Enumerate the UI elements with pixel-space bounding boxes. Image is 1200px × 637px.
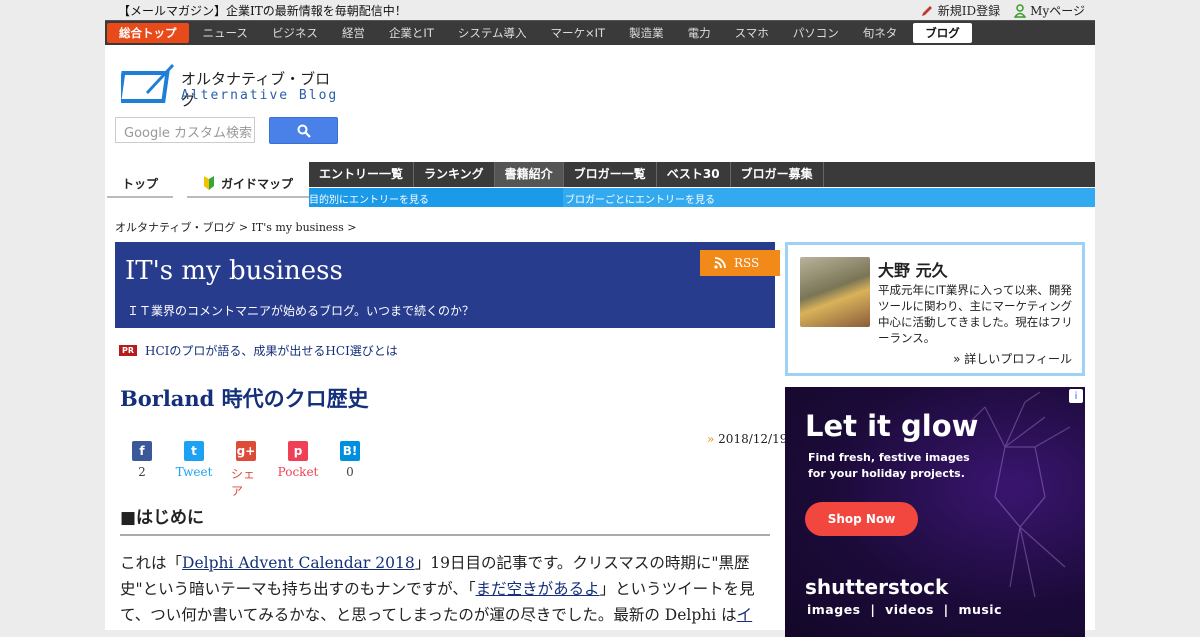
user-icon: [1014, 3, 1027, 18]
pocket-icon: p: [288, 441, 308, 461]
ad-copy-line2: for your holiday projects.: [808, 467, 965, 480]
site-logo[interactable]: オルタナティブ・ブログ Alternative Blog: [121, 61, 341, 109]
twitter-label: Tweet: [175, 465, 213, 479]
share-google-plus[interactable]: g+ シェア: [231, 441, 261, 499]
sub-tabs: トップ ガイドマップ: [107, 170, 309, 198]
google-plus-icon: g+: [236, 441, 256, 461]
blog-nav-entries[interactable]: エントリー一覧: [309, 162, 415, 187]
account-links: 新規ID登録 Myページ: [920, 2, 1085, 19]
share-facebook[interactable]: f 2: [127, 441, 157, 499]
nav-top[interactable]: 総合トップ: [107, 23, 189, 43]
pr-badge: PR: [119, 345, 138, 356]
nav-business[interactable]: ビジネス: [260, 23, 330, 43]
nav-smartphone[interactable]: スマホ: [723, 23, 781, 43]
nav-marketing[interactable]: マーケ×IT: [539, 23, 618, 43]
delphi-link[interactable]: イ: [737, 606, 753, 624]
hint-by-blogger: ブロガーごとにエントリーを見る: [565, 195, 715, 206]
pencil-icon: [921, 5, 932, 16]
blog-nav: エントリー一覧 ランキング 書籍紹介 ブロガー一覧 ベスト30 ブロガー募集: [309, 162, 1095, 187]
tab-top[interactable]: トップ: [107, 170, 173, 198]
blog-header: IT's my business ＩＴ業界のコメントマニアが始めるブログ。いつま…: [115, 242, 775, 328]
search-input[interactable]: Google カスタム検索: [115, 117, 255, 143]
facebook-count: 2: [138, 465, 146, 479]
ad-shop-now-button[interactable]: Shop Now: [805, 502, 918, 536]
mypage-label: Myページ: [1030, 4, 1085, 18]
nav-system[interactable]: システム導入: [446, 23, 539, 43]
tab-top-label: トップ: [121, 176, 158, 191]
ad-info-icon[interactable]: i: [1069, 389, 1083, 403]
date-marker: »: [707, 432, 715, 446]
main-nav: 総合トップ ニュース ビジネス 経営 企業とIT システム導入 マーケ×IT 製…: [105, 20, 1095, 45]
profile-name: 大野 元久: [878, 261, 948, 280]
nav-power[interactable]: 電力: [676, 23, 723, 43]
nav-news[interactable]: ニュース: [191, 23, 260, 43]
rss-button[interactable]: RSS: [700, 250, 780, 276]
tab-guide[interactable]: ガイドマップ: [187, 170, 309, 198]
profile-desc: 平成元年にIT業界に入って以来、開発ツールに関わり、主にマーケティング中心に活動…: [878, 283, 1073, 345]
section-heading: ■はじめに: [120, 503, 770, 536]
search-button[interactable]: [269, 117, 338, 144]
nav-blog[interactable]: ブログ: [913, 23, 972, 43]
blog-nav-books[interactable]: 書籍紹介: [494, 162, 564, 187]
register-link[interactable]: 新規ID登録: [920, 2, 1000, 19]
entry-date: » 2018/12/19: [707, 432, 787, 446]
nav-management[interactable]: 経営: [330, 23, 377, 43]
facebook-icon: f: [132, 441, 152, 461]
tab-guide-label: ガイドマップ: [220, 176, 293, 191]
share-pocket[interactable]: p Pocket: [278, 441, 318, 499]
nav-pc[interactable]: パソコン: [781, 23, 851, 43]
body-text-1: これは「: [120, 554, 183, 572]
pr-text: HCIのプロが語る、成果が出せるHCI選びとは: [145, 344, 398, 358]
hatena-bookmark-icon: B!: [340, 441, 360, 461]
blog-nav-ranking[interactable]: ランキング: [414, 162, 495, 187]
tweet-link[interactable]: まだ空きがあるよ: [476, 580, 600, 598]
ad-banner[interactable]: i Let it glow Find fresh, festive images…: [785, 387, 1085, 637]
logo-mark-icon: [121, 63, 175, 103]
share-twitter[interactable]: t Tweet: [176, 441, 212, 499]
ad-copy: Find fresh, festive images for your holi…: [808, 450, 970, 482]
entry-title[interactable]: Borland 時代のクロ歴史: [120, 383, 369, 413]
register-label: 新規ID登録: [937, 4, 1001, 18]
ad-headline: Let it glow: [805, 409, 979, 443]
search-icon: [297, 124, 311, 138]
blog-nav-bloggers[interactable]: ブロガー一覧: [564, 162, 657, 187]
profile-box: 大野 元久 平成元年にIT業界に入って以来、開発ツールに関わり、主にマーケティン…: [785, 242, 1085, 376]
profile-photo[interactable]: [800, 257, 870, 327]
share-buttons: f 2 t Tweet g+ シェア p Pocket B! 0: [127, 441, 365, 499]
ad-categories: images | videos | music: [807, 602, 1003, 617]
newsletter-notice[interactable]: 【メールマガジン】企業ITの最新情報を毎朝配信中！: [118, 2, 407, 19]
hatena-count: 0: [346, 465, 354, 479]
profile-more-link[interactable]: » 詳しいプロフィール: [953, 350, 1072, 367]
rss-label: RSS: [734, 256, 760, 270]
mypage-link[interactable]: Myページ: [1014, 2, 1085, 19]
hint-by-purpose: 目的別にエントリーを見る: [309, 195, 429, 206]
page-body: オルタナティブ・ブログ Alternative Blog Google カスタム…: [105, 45, 1095, 637]
ad-brand-logo: shutterstock: [805, 575, 949, 599]
blog-title[interactable]: IT's my business: [125, 256, 343, 286]
ad-copy-line1: Find fresh, festive images: [808, 451, 970, 464]
beginner-mark-icon: [203, 176, 214, 190]
breadcrumb[interactable]: オルタナティブ・ブログ > IT's my business >: [115, 219, 356, 235]
blog-subtitle: ＩＴ業界のコメントマニアが始めるブログ。いつまで続くのか？: [127, 304, 475, 318]
nav-manufacturing[interactable]: 製造業: [617, 23, 676, 43]
date-text: 2018/12/19: [718, 432, 788, 446]
pocket-label: Pocket: [277, 465, 319, 479]
rss-icon: [714, 257, 726, 269]
blog-nav-best30[interactable]: ベスト30: [657, 162, 731, 187]
hint-by-blogger-bar: ブロガーごとにエントリーを見る: [563, 188, 1095, 207]
search-box: Google カスタム検索: [115, 117, 338, 144]
entry-body: これは「Delphi Advent Calendar 2018」19日目の記事で…: [120, 550, 770, 628]
blog-nav-recruit[interactable]: ブロガー募集: [731, 162, 824, 187]
twitter-icon: t: [184, 441, 204, 461]
share-hatena[interactable]: B! 0: [335, 441, 365, 499]
top-utility-bar: 【メールマガジン】企業ITの最新情報を毎朝配信中！ 新規ID登録 Myページ: [0, 0, 1200, 20]
advent-calendar-link[interactable]: Delphi Advent Calendar 2018: [182, 554, 415, 572]
logo-text-en: Alternative Blog: [181, 88, 339, 103]
pr-link[interactable]: PR HCIのプロが語る、成果が出せるHCI選びとは: [119, 342, 398, 359]
google-plus-label: シェア: [231, 467, 256, 498]
nav-enterprise-it[interactable]: 企業とIT: [377, 23, 446, 43]
nav-trends[interactable]: 旬ネタ: [851, 23, 910, 43]
blog-nav-hint: 目的別にエントリーを見る ブロガーごとにエントリーを見る: [309, 188, 1095, 207]
